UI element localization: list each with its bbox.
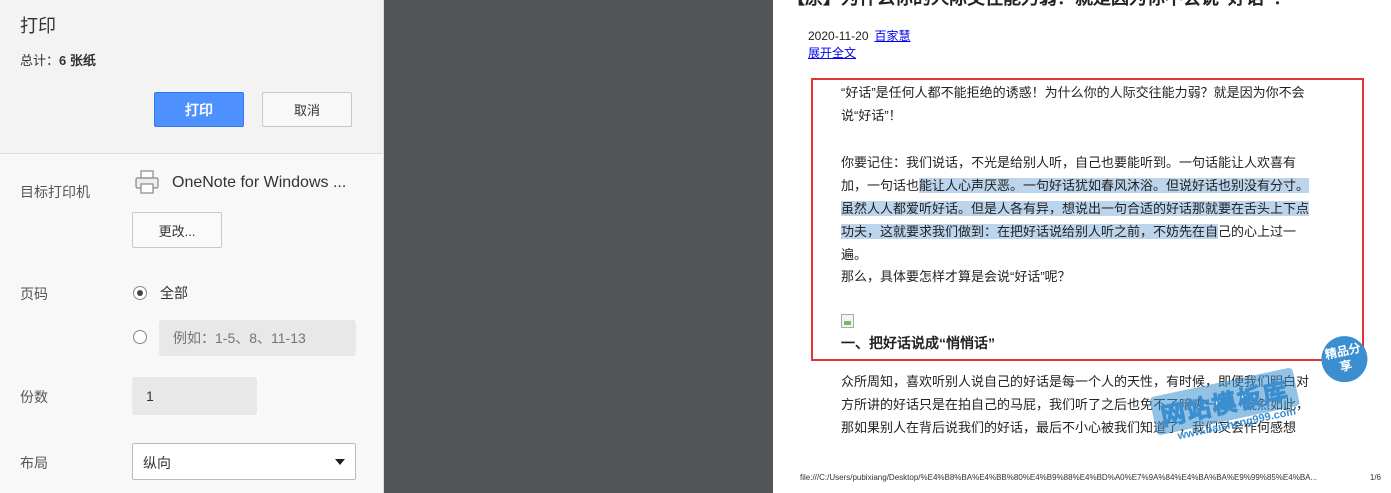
layout-label: 布局 (20, 455, 48, 471)
printer-label: 目标打印机 (20, 184, 90, 200)
pages-label: 页码 (20, 286, 48, 302)
chevron-down-icon (335, 459, 345, 465)
footer-page-number: 1/6 (1369, 473, 1381, 482)
print-header: 打印 总计：6 张纸 打印 取消 (0, 0, 383, 154)
printer-icon (135, 170, 159, 194)
total-value: 6 张纸 (59, 53, 96, 68)
paragraph-advice: 你要记住：我们说话，不光是给别人听，自己也要能听到。一句话能让人欢喜有加，一句话… (841, 151, 1321, 266)
copies-label: 份数 (20, 389, 48, 405)
pages-all-radio[interactable] (133, 286, 147, 300)
watermark-badge: 精品分享 (1317, 331, 1372, 387)
expand-link[interactable]: 展开全文 (808, 44, 856, 61)
document-title: 【原】为什么你的人际交往能力弱？就是因为你不会说“好话”！ (787, 0, 1291, 10)
footer-url: file:///C:/Users/pubixiang/Desktop/%E4%B… (800, 473, 1318, 482)
layout-select[interactable]: 纵向 (132, 443, 356, 480)
cancel-button[interactable]: 取消 (262, 92, 352, 127)
sheet-total: 总计：6 张纸 (20, 50, 96, 69)
change-printer-button[interactable]: 更改... (132, 212, 222, 248)
layout-value: 纵向 (143, 455, 171, 471)
section-heading: 一、把好话说成“悄悄话” (841, 335, 995, 351)
total-label: 总计： (20, 53, 60, 68)
article-date: 2020-11-20 (808, 29, 869, 43)
copies-input[interactable] (132, 377, 257, 415)
printer-name[interactable]: OneNote for Windows ... (172, 174, 346, 192)
pages-all-label: 全部 (160, 285, 188, 301)
paragraph-intro: “好话”是任何人都不能拒绝的诱惑！为什么你的人际交往能力弱？就是因为你不会说“好… (841, 85, 1305, 123)
dialog-title: 打印 (20, 16, 56, 36)
source-link[interactable]: 百家慧 (875, 29, 911, 43)
article-meta: 2020-11-20 百家慧 (808, 27, 911, 44)
paragraph-question: 那么，具体要怎样才算是会说“好话”呢？ (841, 269, 1071, 284)
print-button[interactable]: 打印 (154, 92, 244, 127)
page-range-input[interactable] (159, 320, 356, 356)
print-settings-panel: 打印 总计：6 张纸 打印 取消 目标打印机 OneNote for Windo… (0, 0, 384, 493)
broken-image-icon (841, 314, 854, 328)
pages-custom-radio[interactable] (133, 330, 147, 344)
